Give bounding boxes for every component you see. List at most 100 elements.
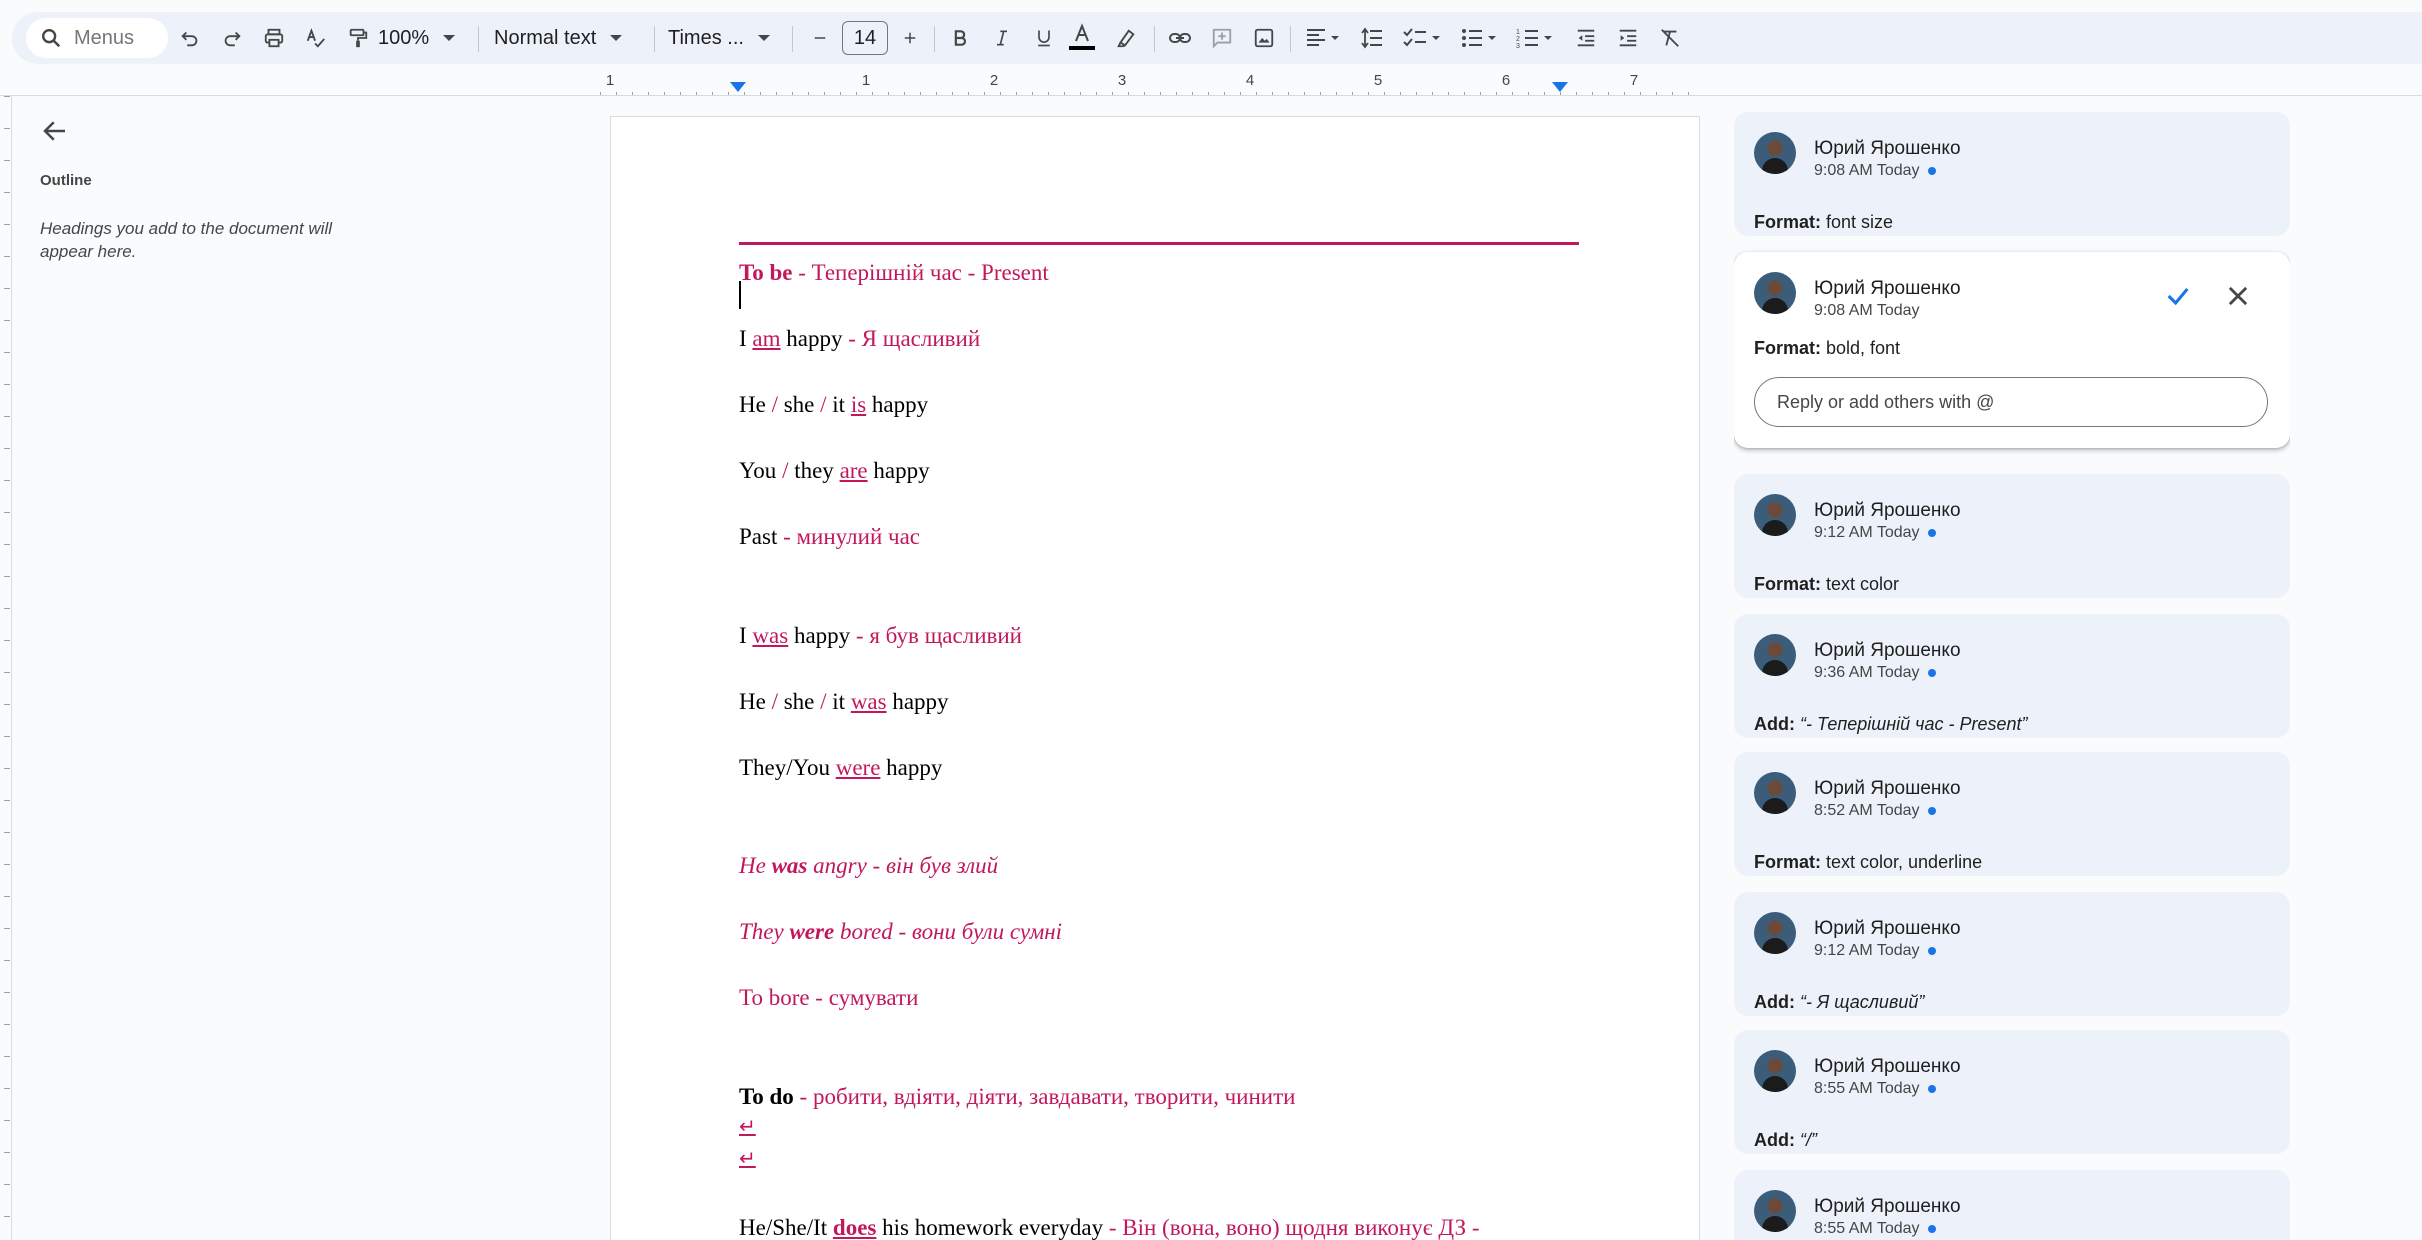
text-color-button[interactable] — [1064, 20, 1100, 56]
checklist-dropdown[interactable] — [1398, 20, 1446, 56]
timestamp-text: 8:55 AM Today — [1814, 1080, 1920, 1097]
doc-text: He — [739, 392, 766, 417]
ruler-number: 1 — [861, 72, 871, 89]
style-dropdown[interactable]: Normal text — [494, 20, 623, 56]
suggestion-text: Add: “- Теперішній час - Present” — [1754, 714, 2028, 735]
increase-font-size-button[interactable] — [892, 20, 928, 56]
insert-link-button[interactable] — [1162, 20, 1198, 56]
ruler-number: 2 — [989, 72, 999, 89]
suggestion-card[interactable]: Юрий Ярошенко 8:55 AM Today Add: “/” — [1734, 1030, 2290, 1154]
paint-format-button[interactable] — [340, 20, 376, 56]
doc-text: They/You — [739, 755, 836, 780]
spellcheck-button[interactable] — [298, 20, 334, 56]
chevron-down-icon — [757, 35, 770, 41]
doc-verb: were — [789, 919, 835, 944]
doc-translation: - Теперішній час - Present — [792, 260, 1049, 285]
ruler-track: 1 1 2 3 4 5 6 7 — [600, 72, 1700, 96]
suggestion-label: Format: — [1754, 574, 1821, 594]
menus-search-placeholder: Menus — [74, 26, 135, 49]
suggestion-card[interactable]: Юрий Ярошенко 9:12 AM Today Add: “- Я ща… — [1734, 892, 2290, 1016]
undo-button[interactable] — [172, 20, 208, 56]
align-dropdown[interactable] — [1298, 20, 1348, 56]
accept-suggestion-button[interactable] — [2164, 282, 2192, 315]
doc-verb: are — [839, 458, 868, 483]
ruler-number: 6 — [1501, 72, 1511, 89]
ruler-tick — [4, 1024, 10, 1025]
doc-text: He — [739, 689, 766, 714]
unread-dot — [1927, 669, 1936, 677]
font-size-input[interactable]: 14 — [842, 21, 888, 55]
suggestion-detail: “- Я щасливий” — [1794, 992, 1925, 1012]
suggestion-card[interactable]: Юрий Ярошенко 8:52 AM Today Format: text… — [1734, 752, 2290, 876]
paragraph: They were bored - вони були сумні — [739, 919, 1062, 945]
return-mark: ↵ — [739, 1114, 756, 1138]
divider — [792, 26, 793, 52]
horizontal-ruler[interactable]: 1 1 2 3 4 5 6 7 — [0, 72, 2422, 96]
bulleted-list-dropdown[interactable] — [1456, 20, 1504, 56]
add-comment-icon — [1212, 28, 1232, 49]
reply-input[interactable]: Reply or add others with @ — [1754, 377, 2268, 427]
print-icon — [264, 28, 284, 48]
suggestion-card-active[interactable]: Юрий Ярошенко 9:08 AM Today Format: bold… — [1734, 252, 2290, 448]
suggestion-card[interactable]: Юрий Ярошенко 9:12 AM Today Format: text… — [1734, 474, 2290, 598]
paragraph: Past - минулий час — [739, 524, 920, 550]
suggestion-text: Add: “- Я щасливий” — [1754, 992, 1924, 1013]
author-name: Юрий Ярошенко — [1814, 640, 1961, 661]
doc-verb: am — [752, 326, 781, 351]
svg-text:3: 3 — [1516, 43, 1520, 49]
unread-dot — [1927, 167, 1936, 175]
highlight-color-button[interactable] — [1108, 20, 1144, 56]
doc-text: she — [783, 392, 815, 417]
menus-search[interactable]: Menus — [26, 18, 168, 58]
suggestion-label: Format: — [1754, 852, 1821, 872]
divider — [1290, 26, 1291, 52]
increase-indent-button[interactable] — [1610, 20, 1646, 56]
unread-dot — [1927, 1225, 1936, 1233]
timestamp: 9:36 AM Today — [1814, 664, 1936, 682]
unread-dot — [1927, 1085, 1936, 1093]
ruler-tick — [4, 704, 10, 705]
reject-suggestion-button[interactable] — [2224, 282, 2252, 315]
document-page[interactable]: To be - Теперішній час - Present I am ha… — [610, 116, 1700, 1240]
toolbar: Menus 100% Normal text Times ... 14 1 2 … — [12, 12, 2422, 64]
left-indent-marker[interactable] — [730, 82, 746, 92]
decrease-indent-button[interactable] — [1568, 20, 1604, 56]
doc-text: He — [739, 853, 772, 878]
clear-formatting-button[interactable] — [1652, 20, 1688, 56]
suggestion-text: Format: text color, underline — [1754, 852, 1982, 873]
numbered-list-dropdown[interactable]: 123 — [1512, 20, 1560, 56]
minus-icon — [814, 37, 826, 39]
print-button[interactable] — [256, 20, 292, 56]
line-spacing-button[interactable] — [1354, 20, 1390, 56]
vertical-ruler[interactable] — [0, 96, 12, 1240]
back-arrow-icon[interactable] — [40, 116, 72, 148]
ruler-tick — [4, 576, 10, 577]
doc-text: bored - вони були сумні — [834, 919, 1063, 944]
ruler-number: 5 — [1373, 72, 1383, 89]
paragraph: He / she / it was happy — [739, 689, 949, 715]
paragraph: I was happy - я був щасливий — [739, 623, 1022, 649]
italic-button[interactable] — [984, 20, 1020, 56]
ruler-tick — [4, 1056, 10, 1057]
decrease-font-size-button[interactable] — [802, 20, 838, 56]
style-value: Normal text — [494, 26, 597, 49]
right-indent-marker[interactable] — [1552, 82, 1568, 92]
suggestion-card[interactable]: Юрий Ярошенко 9:08 AM Today Format: font… — [1734, 112, 2290, 236]
timestamp-text: 8:52 AM Today — [1814, 802, 1920, 819]
doc-translation: - я був щасливий — [850, 623, 1022, 648]
suggestion-card[interactable]: Юрий Ярошенко 9:36 AM Today Add: “- Тепе… — [1734, 614, 2290, 738]
suggestion-card[interactable]: Юрий Ярошенко 8:55 AM Today — [1734, 1170, 2290, 1240]
bold-button[interactable] — [942, 20, 978, 56]
redo-button[interactable] — [214, 20, 250, 56]
ruler-tick — [4, 256, 10, 257]
add-comment-button[interactable] — [1204, 20, 1240, 56]
paragraph: He was angry - він був злий — [739, 853, 998, 879]
italic-icon — [997, 30, 1007, 46]
zoom-dropdown[interactable]: 100% — [378, 20, 456, 56]
font-dropdown[interactable]: Times ... — [668, 20, 770, 56]
underline-button[interactable] — [1026, 20, 1062, 56]
insert-image-button[interactable] — [1246, 20, 1282, 56]
ruler-tick — [4, 288, 10, 289]
undo-icon — [181, 31, 198, 47]
divider — [1154, 26, 1155, 52]
